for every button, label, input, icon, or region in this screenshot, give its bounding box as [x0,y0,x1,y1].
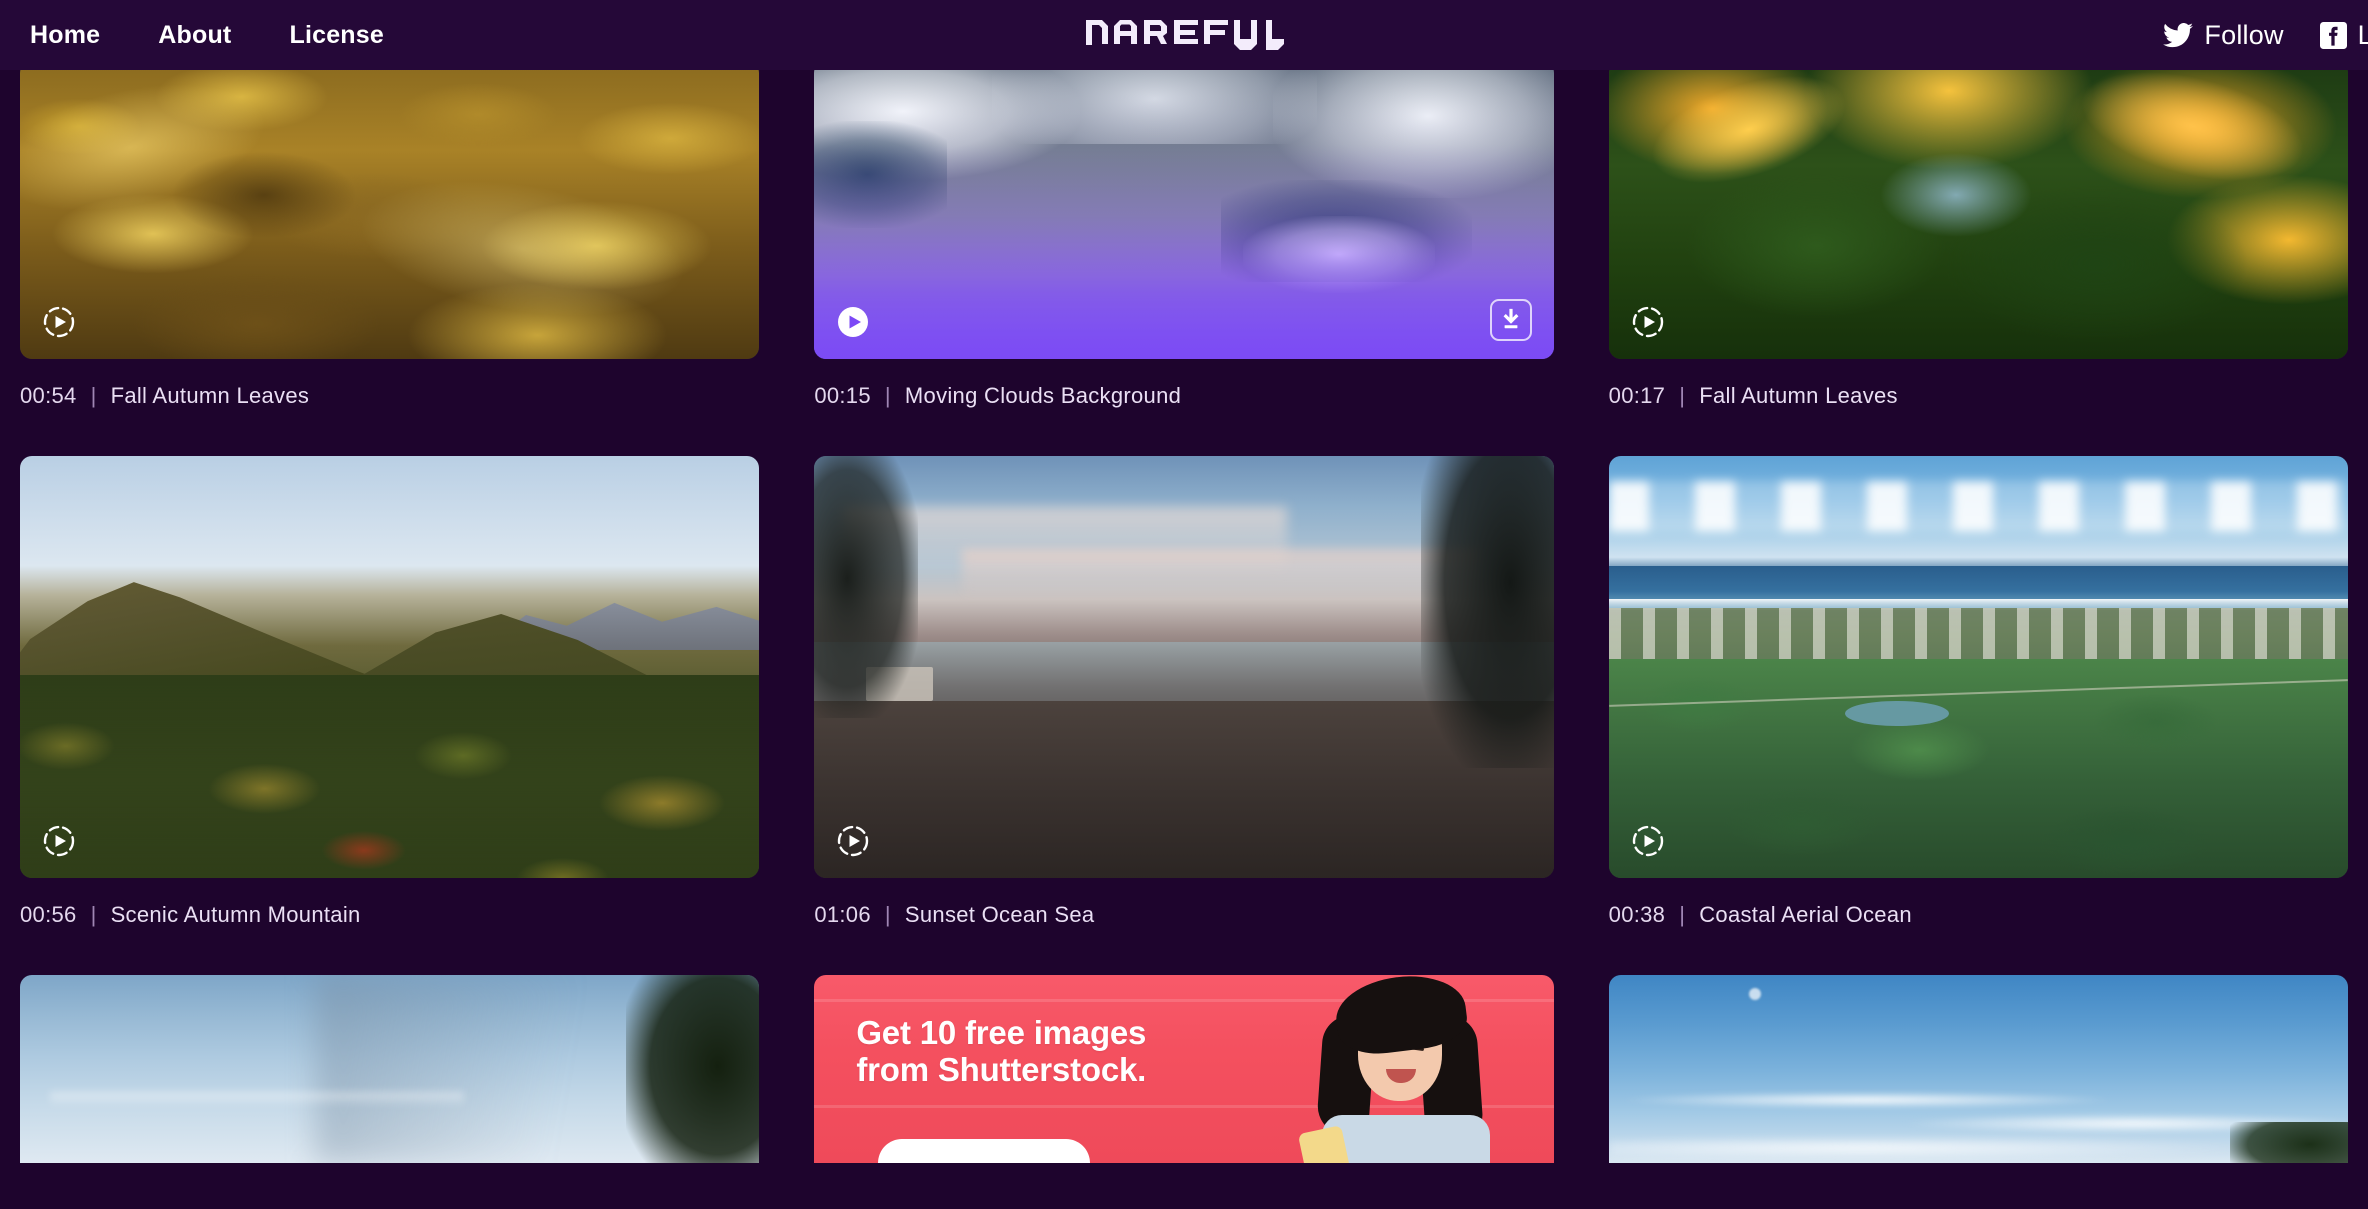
site-logo[interactable] [1084,20,1284,50]
video-caption: 00:56 | Scenic Autumn Mountain [20,878,759,975]
thumbnail-image-scenic-autumn-mountain [20,456,760,878]
twitter-follow-label: Follow [2204,19,2284,50]
facebook-like-button[interactable]: Like [2319,19,2368,51]
thumbnail-image-fall-autumn-leaves [20,61,760,359]
ad-headline: Get 10 free images from Shutterstock. [856,1014,1147,1088]
video-card[interactable] [1608,975,2348,1163]
facebook-like-label: Like [2357,19,2368,50]
play-icon[interactable] [1631,824,1665,858]
facebook-icon [2319,21,2347,49]
thumbnail-image-fall-autumn-leaves-canopy [1608,61,2348,359]
play-icon[interactable] [42,824,76,858]
download-button[interactable] [1489,299,1532,341]
video-title[interactable]: Sunset Ocean Sea [905,902,1094,928]
caption-separator: | [90,902,97,927]
video-thumbnail[interactable] [1608,456,2348,878]
video-gallery: 00:54 | Fall Autumn Leaves 00:15 | Movin… [0,61,2368,1163]
video-card[interactable]: 00:54 | Fall Autumn Leaves [20,61,760,456]
video-title[interactable]: Fall Autumn Leaves [1699,383,1898,409]
video-caption: 00:17 | Fall Autumn Leaves [1609,359,2348,456]
caption-separator: | [90,383,97,408]
video-thumbnail[interactable] [814,456,1554,878]
nav-link-about[interactable]: About [158,21,231,50]
video-duration: 00:38 [1608,902,1666,927]
play-icon[interactable] [836,305,870,339]
primary-nav: Home About License [0,21,384,50]
play-icon[interactable] [42,305,76,339]
video-duration: 00:17 [1608,383,1666,408]
caption-separator: | [884,902,891,927]
gallery-row-3: Get 10 free images from Shutterstock. [0,975,2368,1163]
video-title[interactable]: Moving Clouds Background [905,383,1181,409]
video-card[interactable]: 00:17 | Fall Autumn Leaves [1608,61,2348,456]
social-nav: Follow Like [2163,0,2368,70]
video-duration: 01:06 [814,902,871,927]
video-caption: 01:06 | Sunset Ocean Sea [814,878,1553,975]
video-duration: 00:54 [20,383,77,408]
download-icon [1503,308,1519,329]
thumbnail-image-sunset-ocean-sea [814,456,1554,878]
video-thumbnail[interactable] [20,61,760,359]
dareful-logo-icon [1086,20,1284,50]
video-thumbnail[interactable] [814,61,1554,359]
video-caption: 00:54 | Fall Autumn Leaves [20,359,759,456]
video-thumbnail[interactable] [20,975,760,1163]
twitter-follow-button[interactable]: Follow [2163,20,2283,51]
video-caption: 00:15 | Moving Clouds Background [814,359,1553,456]
caption-separator: | [884,383,891,408]
video-title[interactable]: Scenic Autumn Mountain [111,902,361,928]
thumbnail-image-moving-clouds-background [814,61,1554,359]
video-card[interactable]: 00:38 | Coastal Aerial Ocean [1608,456,2348,975]
nav-link-license[interactable]: License [289,21,384,50]
shutterstock-ad-card[interactable]: Get 10 free images from Shutterstock. [814,975,1554,1163]
gallery-row-2: 00:56 | Scenic Autumn Mountain 01:06 | S… [0,456,2368,975]
twitter-icon [2163,22,2194,48]
video-thumbnail[interactable] [1608,975,2348,1163]
video-card[interactable]: 01:06 | Sunset Ocean Sea [814,456,1554,975]
thumbnail-image-coastal-aerial-ocean [1608,456,2348,878]
thumbnail-image-sky-with-trees [20,975,760,1163]
video-caption: 00:38 | Coastal Aerial Ocean [1609,878,2348,975]
thumbnail-image-blue-sky-clouds [1608,975,2348,1163]
gallery-row-1: 00:54 | Fall Autumn Leaves 00:15 | Movin… [0,61,2368,456]
video-title[interactable]: Coastal Aerial Ocean [1699,902,1912,928]
video-thumbnail[interactable] [1608,61,2348,359]
video-card[interactable]: 00:15 | Moving Clouds Background [814,61,1554,456]
site-header: Home About License Follow L [0,0,2368,70]
nav-link-home[interactable]: Home [30,21,100,50]
video-card[interactable]: 00:56 | Scenic Autumn Mountain [20,456,760,975]
video-duration: 00:56 [20,902,77,927]
caption-separator: | [1679,383,1686,408]
video-card[interactable] [20,975,760,1163]
play-icon[interactable] [1631,305,1665,339]
ad-model-illustration [1296,975,1526,1163]
video-thumbnail[interactable] [20,456,760,878]
video-duration: 00:15 [814,383,871,408]
ad-cta-button[interactable] [878,1139,1091,1163]
play-icon[interactable] [836,824,870,858]
ad-banner[interactable]: Get 10 free images from Shutterstock. [814,975,1554,1163]
video-title[interactable]: Fall Autumn Leaves [111,383,310,409]
caption-separator: | [1679,902,1686,927]
